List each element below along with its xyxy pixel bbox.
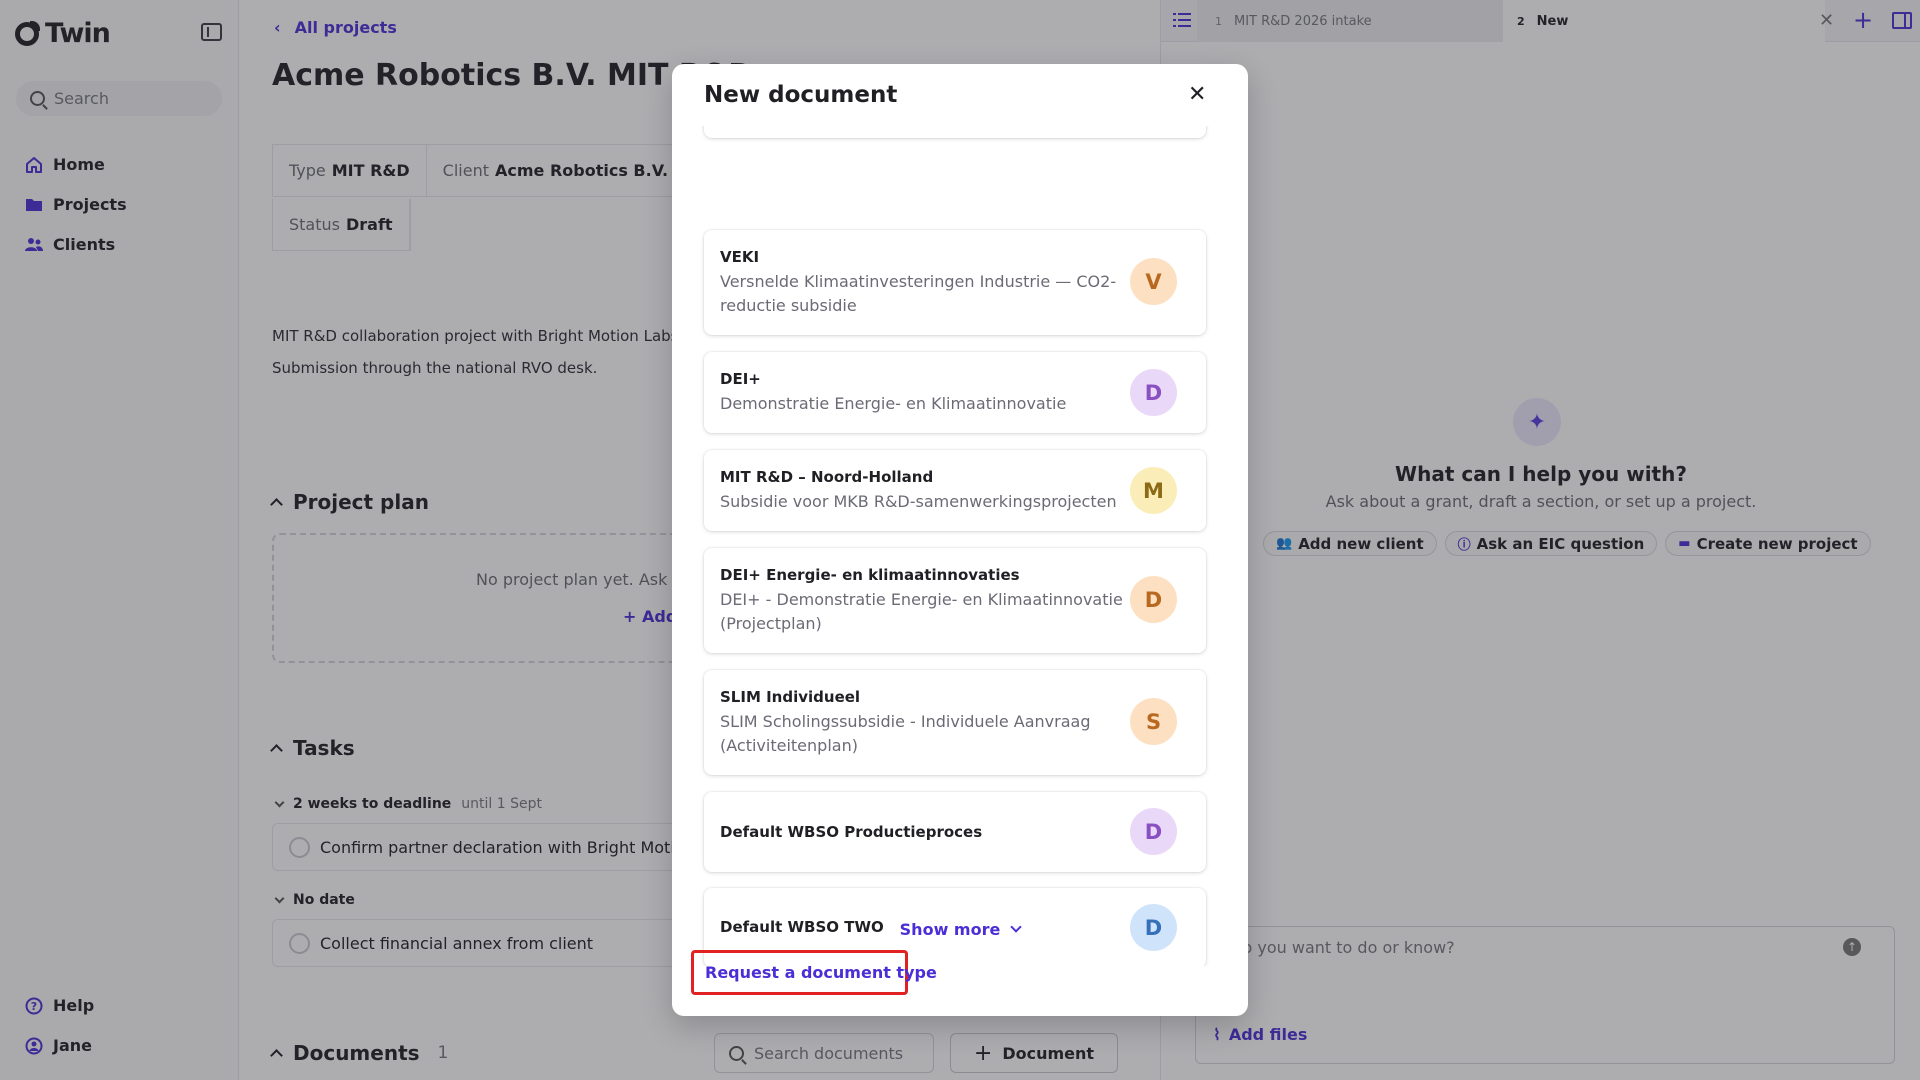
avatar: S — [1130, 698, 1177, 745]
document-type-card[interactable]: VEKI Versnelde Klimaatinvesteringen Indu… — [704, 230, 1206, 335]
modal-title: New document — [704, 82, 898, 108]
document-type-card[interactable]: MIT R&D – Noord-Holland Subsidie voor MK… — [704, 450, 1206, 531]
document-type-card[interactable]: Default WBSO Productieproces D — [704, 792, 1206, 872]
avatar: D — [1130, 369, 1177, 416]
document-type-card[interactable] — [704, 126, 1206, 138]
close-icon[interactable]: ✕ — [1188, 82, 1206, 107]
avatar: D — [1130, 576, 1177, 623]
document-type-list[interactable]: VEKI Versnelde Klimaatinvesteringen Indu… — [672, 126, 1248, 966]
avatar: D — [1130, 808, 1177, 855]
new-document-modal: New document ✕ VEKI Versnelde Klimaatinv… — [672, 64, 1248, 1016]
avatar: M — [1130, 467, 1177, 514]
avatar: V — [1130, 258, 1177, 305]
document-type-card[interactable]: SLIM Individueel SLIM Scholingssubsidie … — [704, 670, 1206, 775]
show-more-button[interactable]: Show more — [672, 920, 1248, 939]
document-type-card[interactable]: DEI+ Demonstratie Energie- en Klimaatinn… — [704, 352, 1206, 433]
document-type-card[interactable]: DEI+ Energie- en klimaatinnovaties DEI+ … — [704, 548, 1206, 653]
chevron-down-icon — [1010, 921, 1022, 933]
request-document-type-link[interactable]: Request a document type — [691, 950, 937, 995]
